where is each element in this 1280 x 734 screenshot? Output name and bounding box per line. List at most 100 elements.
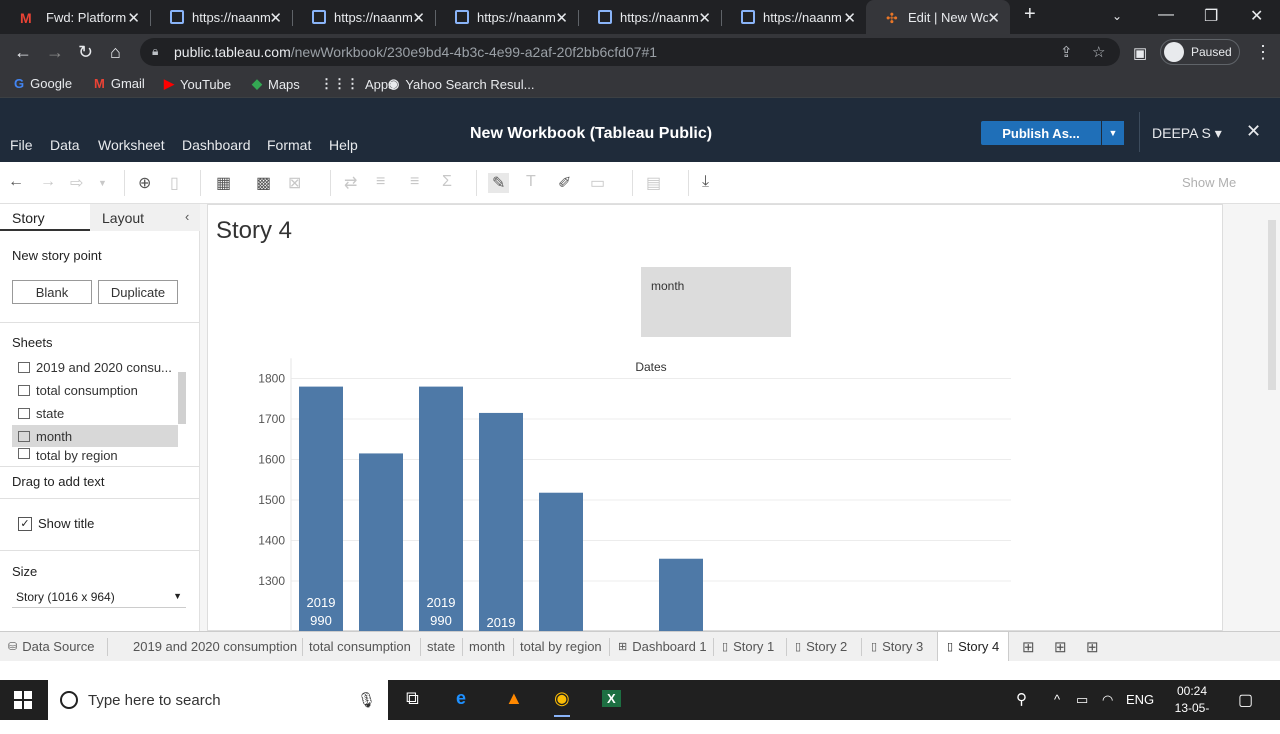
bookmark-apps[interactable]: ⋮⋮⋮ Apps: [320, 76, 395, 92]
highlight-icon[interactable]: ✎: [488, 173, 510, 193]
size-select[interactable]: Story (1016 x 964) ▼: [12, 588, 186, 608]
browser-tab[interactable]: https://naanm ✕: [150, 0, 292, 34]
tab-layout[interactable]: Layout: [90, 204, 200, 231]
new-story-tab-icon[interactable]: ⊞: [1086, 632, 1099, 661]
tab-story[interactable]: ▯ Story 1: [722, 632, 774, 661]
bookmark-gmail[interactable]: M Gmail: [94, 76, 145, 91]
tab-sheet[interactable]: total by region: [520, 632, 602, 661]
menu-format[interactable]: Format: [267, 137, 311, 153]
task-view-icon[interactable]: ⧉: [406, 688, 419, 709]
menu-dots-icon[interactable]: ⋮: [1254, 42, 1272, 63]
clear-sheet-icon[interactable]: ⊠: [288, 173, 301, 193]
tab-story[interactable]: ▯ Story 3: [871, 632, 923, 661]
vlc-icon[interactable]: ▲: [505, 688, 523, 709]
canvas-scrollbar[interactable]: [1268, 220, 1276, 390]
side-panel-icon[interactable]: ▣: [1133, 44, 1147, 62]
drag-to-add-text[interactable]: Drag to add text: [12, 474, 105, 489]
browser-tab[interactable]: https://naanm ✕: [721, 0, 866, 34]
tray-chevron-up-icon[interactable]: ^: [1054, 692, 1060, 707]
close-tab-icon[interactable]: ✕: [127, 9, 140, 27]
close-tab-icon[interactable]: ✕: [269, 9, 282, 27]
microphone-icon[interactable]: 🎙︎: [357, 691, 376, 709]
totals-icon[interactable]: Σ: [442, 173, 452, 191]
tab-sheet[interactable]: month: [469, 632, 505, 661]
bookmark-google[interactable]: G Google: [14, 76, 72, 91]
restore-icon[interactable]: ❐: [1204, 6, 1218, 26]
new-dashboard-tab-icon[interactable]: ⊞: [1054, 632, 1067, 661]
battery-icon[interactable]: ▭: [1076, 692, 1088, 708]
fit-icon[interactable]: ▭: [590, 173, 605, 193]
show-me-button[interactable]: Show Me: [1182, 175, 1236, 190]
people-icon[interactable]: ⚲: [1016, 690, 1027, 708]
publish-dropdown-icon[interactable]: ▼: [1102, 121, 1124, 145]
sheet-item[interactable]: state: [12, 402, 178, 424]
tab-sheet[interactable]: total consumption: [309, 632, 411, 661]
close-tab-icon[interactable]: ✕: [555, 9, 568, 27]
sheet-item[interactable]: total consumption: [12, 379, 178, 401]
undo-icon[interactable]: ←: [8, 173, 24, 191]
forward-icon[interactable]: →: [46, 42, 64, 63]
language-indicator[interactable]: ENG: [1126, 692, 1154, 707]
browser-tab[interactable]: https://naanm ✕: [292, 0, 435, 34]
browser-tab[interactable]: https://naanm ✕: [578, 0, 721, 34]
back-icon[interactable]: ←: [14, 42, 32, 63]
close-tab-icon[interactable]: ✕: [987, 9, 1000, 27]
tab-story[interactable]: ▯ Story 2: [795, 632, 847, 661]
blank-button[interactable]: Blank: [12, 280, 92, 304]
browser-tab-active[interactable]: ✣ Edit | New Wor ✕: [866, 0, 1010, 34]
new-data-source-icon[interactable]: ⊕: [138, 173, 151, 193]
presentation-icon[interactable]: ▤: [646, 173, 661, 193]
menu-worksheet[interactable]: Worksheet: [98, 137, 165, 153]
show-title-checkbox[interactable]: ✓ Show title: [18, 516, 94, 531]
menu-help[interactable]: Help: [329, 137, 358, 153]
duplicate-sheet-icon[interactable]: ▩: [256, 173, 271, 193]
sheet-item-selected[interactable]: month: [12, 425, 178, 447]
close-workbook-icon[interactable]: ✕: [1246, 121, 1261, 142]
sheets-scrollbar[interactable]: [178, 372, 186, 424]
menu-dashboard[interactable]: Dashboard: [182, 137, 251, 153]
share-icon[interactable]: ⇪: [1060, 43, 1073, 61]
tab-story[interactable]: Story: [0, 204, 90, 231]
bookmark-star-icon[interactable]: ☆: [1092, 43, 1105, 61]
windows-start-icon[interactable]: [14, 691, 32, 709]
replay-icon[interactable]: ⇨: [70, 173, 83, 193]
url-field[interactable]: 🔒︎ public.tableau.com/newWorkbook/230e9b…: [140, 38, 1120, 66]
browser-tab[interactable]: https://naanm ✕: [435, 0, 578, 34]
browser-tab[interactable]: M Fwd: Platform I ✕: [0, 0, 150, 34]
menu-data[interactable]: Data: [50, 137, 80, 153]
tab-sheet[interactable]: state: [427, 632, 455, 661]
new-worksheet-tab-icon[interactable]: ⊞: [1022, 632, 1035, 661]
redo-icon[interactable]: →: [40, 173, 56, 191]
swap-icon[interactable]: ⇄: [344, 173, 357, 193]
duplicate-button[interactable]: Duplicate: [98, 280, 178, 304]
chrome-icon[interactable]: ◉: [554, 688, 570, 717]
taskbar-clock[interactable]: 00:24 13-05-2023: [1162, 683, 1222, 734]
edge-icon[interactable]: e: [456, 688, 466, 709]
reload-icon[interactable]: ↻: [78, 42, 93, 63]
home-icon[interactable]: ⌂: [110, 42, 121, 63]
sort-desc-icon[interactable]: ≡: [410, 173, 419, 191]
wifi-icon[interactable]: ◠: [1102, 692, 1113, 708]
close-tab-icon[interactable]: ✕: [843, 9, 856, 27]
user-menu[interactable]: DEEPA S ▾: [1152, 125, 1222, 142]
new-tab-icon[interactable]: +: [1024, 3, 1036, 26]
sort-asc-icon[interactable]: ≡: [376, 173, 385, 191]
tab-dashboard[interactable]: ⊞ Dashboard 1: [618, 632, 707, 661]
format-workbook-icon[interactable]: ✐: [558, 173, 571, 193]
sheet-item[interactable]: 2019 and 2020 consu...: [12, 356, 178, 378]
close-tab-icon[interactable]: ✕: [412, 9, 425, 27]
tab-sheet[interactable]: 2019 and 2020 consumption: [133, 632, 297, 661]
show-labels-icon[interactable]: T: [526, 173, 536, 191]
download-icon[interactable]: ⤓: [702, 173, 709, 191]
tab-search-icon[interactable]: ⌄: [1112, 9, 1122, 23]
excel-icon[interactable]: X: [602, 690, 621, 707]
close-window-icon[interactable]: ✕: [1250, 6, 1263, 26]
tab-story-active[interactable]: ▯ Story 4: [937, 632, 1010, 661]
notification-icon[interactable]: ▢: [1238, 690, 1253, 710]
collapse-panel-icon[interactable]: ‹: [185, 209, 189, 224]
pause-updates-icon[interactable]: ▯: [170, 173, 179, 193]
close-tab-icon[interactable]: ✕: [698, 9, 711, 27]
tab-data-source[interactable]: ⛁ Data Source: [8, 632, 94, 661]
sheet-item[interactable]: total by region: [12, 448, 178, 464]
bookmark-maps[interactable]: ◆ Maps: [252, 76, 300, 92]
